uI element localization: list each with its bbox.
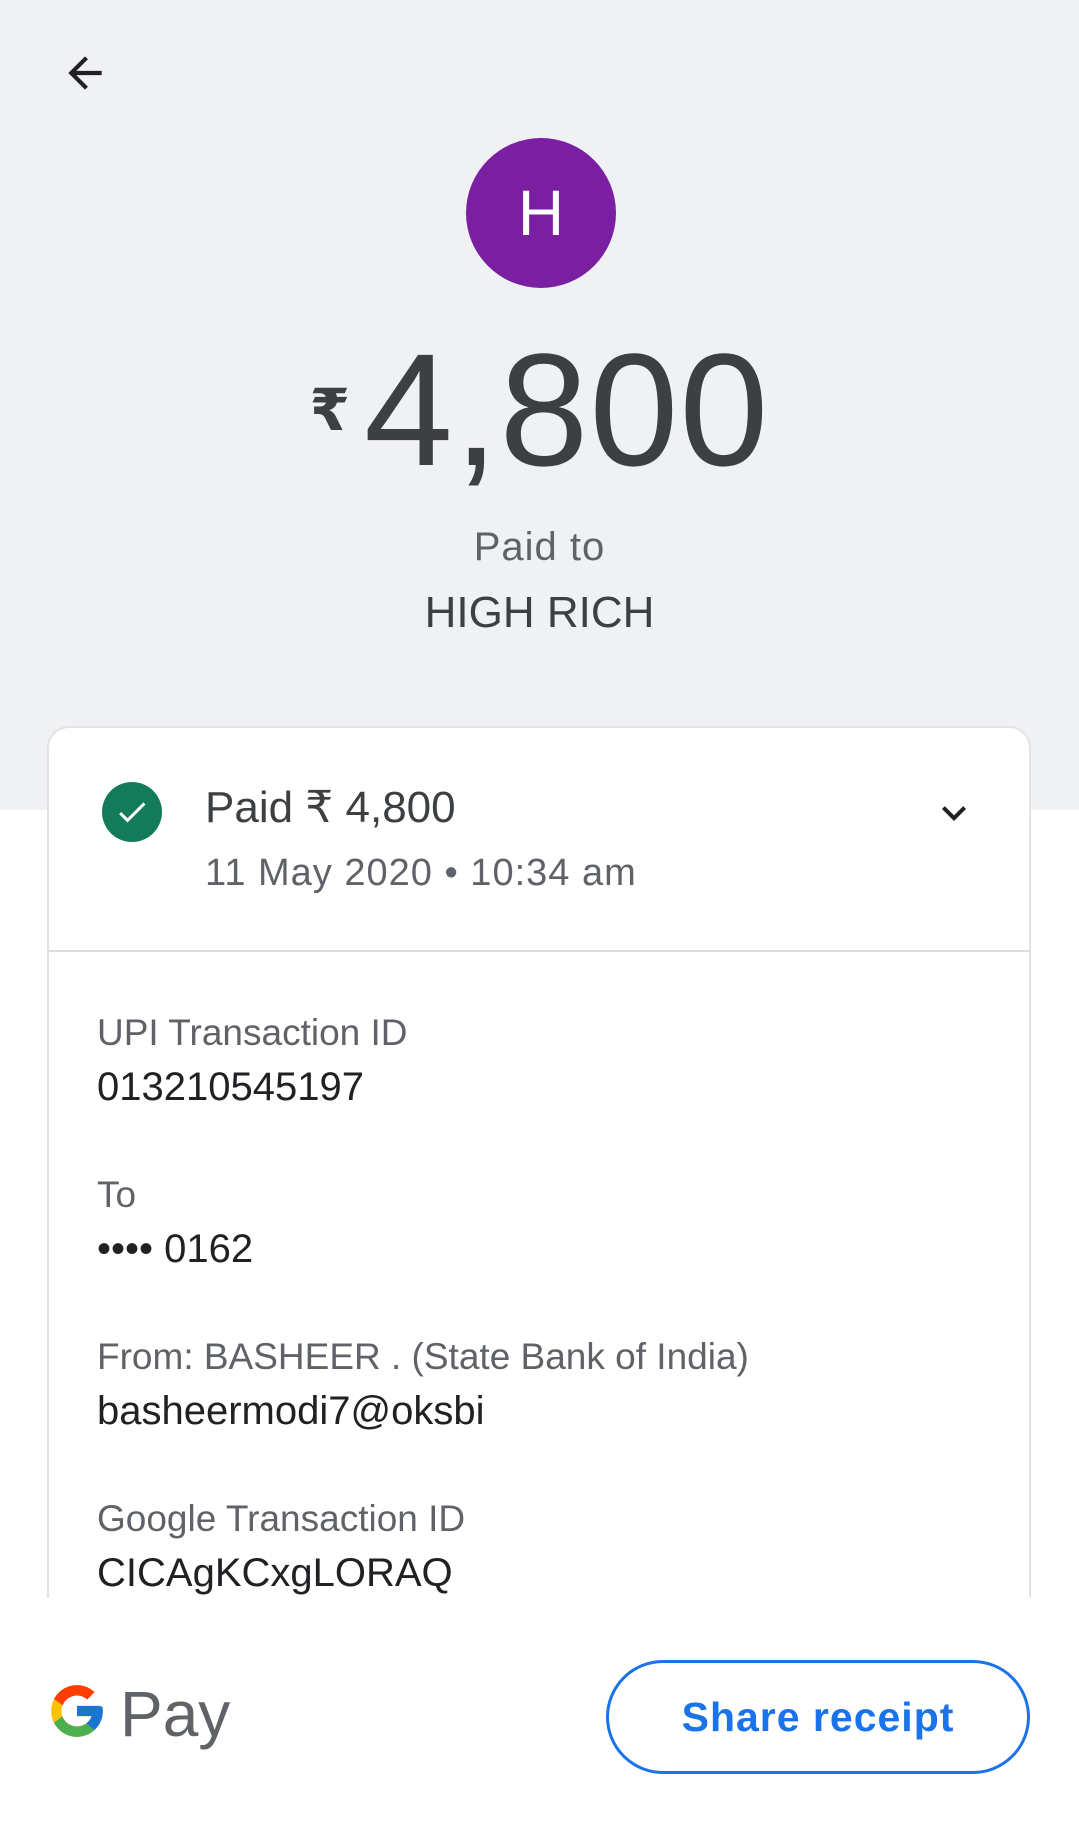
avatar: H [466, 138, 616, 288]
detail-label: Google Transaction ID [97, 1498, 466, 1539]
arrow-left-icon [60, 48, 110, 103]
share-receipt-button[interactable]: Share receipt [606, 1660, 1030, 1774]
detail-value: CICAgKCxgLORAQ [97, 1551, 453, 1595]
amount-value: 4,800 [363, 320, 770, 499]
currency-symbol: ₹ [309, 378, 350, 443]
detail-value: basheermodi7@oksbi [97, 1389, 485, 1433]
check-circle-icon [102, 782, 162, 842]
detail-google-transaction-id: Google Transaction ID CICAgKCxgLORAQ [97, 1496, 989, 1600]
detail-to: To •••• 0162 [97, 1172, 989, 1276]
detail-value: 013210545197 [97, 1065, 364, 1109]
google-pay-logo: Pay [46, 1680, 230, 1747]
detail-label: To [97, 1174, 137, 1215]
paid-to-label: Paid to [473, 525, 606, 569]
summary-title: Paid ₹ 4,800 [205, 783, 456, 832]
back-button[interactable] [40, 30, 130, 120]
detail-value: •••• 0162 [97, 1227, 254, 1271]
detail-from: From: BASHEER . (State Bank of India) ba… [97, 1334, 989, 1438]
detail-label: From: BASHEER . (State Bank of India) [97, 1336, 749, 1377]
avatar-initial: H [517, 177, 565, 249]
brand-text: Pay [120, 1677, 231, 1750]
transaction-details: UPI Transaction ID 013210545197 To •••• … [97, 1010, 989, 1658]
payment-amount: ₹ 4,800 [0, 330, 1079, 490]
transaction-summary[interactable]: Paid ₹ 4,800 11 May 2020 • 10:34 am [49, 728, 1029, 952]
payee-name: HIGH RICH [424, 588, 655, 637]
chevron-down-icon[interactable] [929, 788, 979, 838]
google-g-icon [46, 1680, 108, 1747]
summary-datetime: 11 May 2020 • 10:34 am [205, 852, 637, 894]
detail-upi-transaction-id: UPI Transaction ID 013210545197 [97, 1010, 989, 1114]
bottom-bar: Pay Share receipt [0, 1598, 1079, 1827]
detail-label: UPI Transaction ID [97, 1012, 408, 1053]
